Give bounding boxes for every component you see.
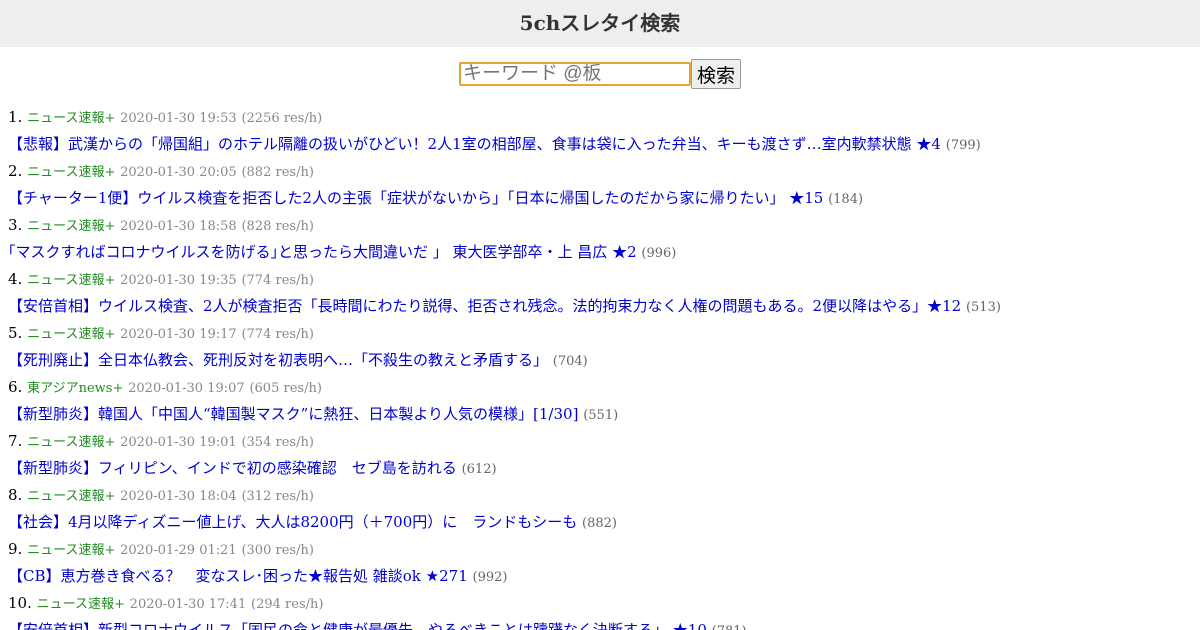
thread-meta: 1. ニュース速報+ 2020-01-30 19:53 (2256 res/h) [8,104,1200,131]
rank-number: 1. [8,108,23,126]
site-header: 5chスレタイ検索 [0,0,1200,47]
res-count: (996) [641,246,677,261]
thread-title-link[interactable]: 【新型肺炎】フィリピン、インドで初の感染確認 セブ島を訪れる [8,459,457,477]
res-count: (184) [828,192,864,207]
search-form: 検索 [0,59,1200,89]
thread-line: 【社会】4月以降ディズニー値上げ、大人は8200円（＋700円）に ランドもシー… [8,509,1200,536]
thread-item: 1. ニュース速報+ 2020-01-30 19:53 (2256 res/h)… [8,104,1200,158]
thread-date: 2020-01-30 19:07 [128,381,245,396]
rank-number: 4. [8,270,23,288]
thread-list: 1. ニュース速報+ 2020-01-30 19:53 (2256 res/h)… [0,104,1200,630]
thread-item: 8. ニュース速報+ 2020-01-30 18:04 (312 res/h) … [8,482,1200,536]
thread-item: 7. ニュース速報+ 2020-01-30 19:01 (354 res/h) … [8,428,1200,482]
board-link[interactable]: ニュース速報+ [27,543,115,558]
thread-line: ｢マスクすればコロナウイルスを防げる｣と思ったら大間違いだ 」 東大医学部卒・上… [8,239,1200,266]
res-rate: (774 res/h) [241,273,314,288]
res-rate: (294 res/h) [251,597,324,612]
thread-title-link[interactable]: 【社会】4月以降ディズニー値上げ、大人は8200円（＋700円）に ランドもシー… [8,513,577,531]
thread-title-link[interactable]: 【安倍首相】新型コロナウイルス「国民の命と健康が最優先、やるべきことは躊躇なく決… [8,621,707,630]
thread-line: 【チャーター1便】ウイルス検査を拒否した2人の主張「症状がないから」「日本に帰国… [8,185,1200,212]
thread-meta: 10. ニュース速報+ 2020-01-30 17:41 (294 res/h) [8,590,1200,617]
thread-title-link[interactable]: 【悲報】武漢からの「帰国組」のホテル隔離の扱いがひどい！2人1室の相部屋、食事は… [8,135,941,153]
rank-number: 2. [8,162,23,180]
res-rate: (354 res/h) [241,435,314,450]
thread-date: 2020-01-30 20:05 [120,165,237,180]
thread-meta: 2. ニュース速報+ 2020-01-30 20:05 (882 res/h) [8,158,1200,185]
thread-date: 2020-01-30 19:35 [120,273,237,288]
thread-item: 3. ニュース速報+ 2020-01-30 18:58 (828 res/h) … [8,212,1200,266]
thread-title-link[interactable]: 【死刑廃止】全日本仏教会、死刑反対を初表明へ…「不殺生の教えと矛盾する」 [8,351,548,369]
thread-meta: 6. 東アジアnews+ 2020-01-30 19:07 (605 res/h… [8,374,1200,401]
search-input[interactable] [458,62,691,86]
thread-item: 9. ニュース速報+ 2020-01-29 01:21 (300 res/h) … [8,536,1200,590]
res-count: (799) [945,138,981,153]
thread-line: 【悲報】武漢からの「帰国組」のホテル隔離の扱いがひどい！2人1室の相部屋、食事は… [8,131,1200,158]
thread-line: 【死刑廃止】全日本仏教会、死刑反対を初表明へ…「不殺生の教えと矛盾する」 (70… [8,347,1200,374]
res-rate: (882 res/h) [241,165,314,180]
thread-meta: 3. ニュース速報+ 2020-01-30 18:58 (828 res/h) [8,212,1200,239]
thread-line: 【安倍首相】ウイルス検査、2人が検査拒否「長時間にわたり説得、拒否され残念。法的… [8,293,1200,320]
board-link[interactable]: ニュース速報+ [27,435,115,450]
res-rate: (828 res/h) [241,219,314,234]
rank-number: 3. [8,216,23,234]
thread-date: 2020-01-30 19:17 [120,327,237,342]
thread-title-link[interactable]: 【安倍首相】ウイルス検査、2人が検査拒否「長時間にわたり説得、拒否され残念。法的… [8,297,961,315]
rank-number: 8. [8,486,23,504]
rank-number: 10. [8,594,32,612]
thread-meta: 8. ニュース速報+ 2020-01-30 18:04 (312 res/h) [8,482,1200,509]
thread-date: 2020-01-30 19:53 [120,111,237,126]
thread-title-link[interactable]: 【チャーター1便】ウイルス検査を拒否した2人の主張「症状がないから」「日本に帰国… [8,189,823,207]
res-rate: (774 res/h) [241,327,314,342]
rank-number: 6. [8,378,23,396]
board-link[interactable]: ニュース速報+ [27,219,115,234]
res-rate: (2256 res/h) [241,111,323,126]
thread-line: 【新型肺炎】フィリピン、インドで初の感染確認 セブ島を訪れる (612) [8,455,1200,482]
board-link[interactable]: 東アジアnews+ [27,381,123,396]
thread-date: 2020-01-30 17:41 [129,597,247,612]
thread-title-link[interactable]: ｢マスクすればコロナウイルスを防げる｣と思ったら大間違いだ 」 東大医学部卒・上… [8,243,637,261]
res-count: (704) [552,354,588,369]
rank-number: 5. [8,324,23,342]
res-rate: (312 res/h) [241,489,314,504]
res-count: (882) [582,516,618,531]
board-link[interactable]: ニュース速報+ [27,327,115,342]
res-count: (551) [583,408,619,423]
thread-item: 2. ニュース速報+ 2020-01-30 20:05 (882 res/h) … [8,158,1200,212]
thread-line: 【新型肺炎】韓国人「中国人“韓国製マスク”に熱狂、日本製より人気の模様」[1/3… [8,401,1200,428]
site-title[interactable]: 5chスレタイ検索 [520,11,681,35]
thread-meta: 4. ニュース速報+ 2020-01-30 19:35 (774 res/h) [8,266,1200,293]
board-link[interactable]: ニュース速報+ [37,597,125,612]
thread-title-link[interactable]: 【新型肺炎】韓国人「中国人“韓国製マスク”に熱狂、日本製より人気の模様」[1/3… [8,405,578,423]
res-rate: (605 res/h) [249,381,322,396]
board-link[interactable]: ニュース速報+ [27,165,115,180]
rank-number: 9. [8,540,23,558]
thread-line: 【安倍首相】新型コロナウイルス「国民の命と健康が最優先、やるべきことは躊躇なく決… [8,617,1200,630]
thread-item: 4. ニュース速報+ 2020-01-30 19:35 (774 res/h) … [8,266,1200,320]
thread-item: 10. ニュース速報+ 2020-01-30 17:41 (294 res/h)… [8,590,1200,630]
res-count: (513) [965,300,1001,315]
res-count: (781) [712,624,747,630]
board-link[interactable]: ニュース速報+ [27,111,115,126]
thread-meta: 7. ニュース速報+ 2020-01-30 19:01 (354 res/h) [8,428,1200,455]
thread-title-link[interactable]: 【CB】恵方巻き食べる？ 変なスレ･困った★報告処 雑談ok ★271 [8,567,468,585]
board-link[interactable]: ニュース速報+ [27,273,115,288]
rank-number: 7. [8,432,23,450]
thread-item: 6. 東アジアnews+ 2020-01-30 19:07 (605 res/h… [8,374,1200,428]
search-button[interactable]: 検索 [690,59,741,89]
thread-date: 2020-01-30 18:04 [120,489,237,504]
thread-meta: 9. ニュース速報+ 2020-01-29 01:21 (300 res/h) [8,536,1200,563]
board-link[interactable]: ニュース速報+ [27,489,115,504]
thread-meta: 5. ニュース速報+ 2020-01-30 19:17 (774 res/h) [8,320,1200,347]
thread-item: 5. ニュース速報+ 2020-01-30 19:17 (774 res/h) … [8,320,1200,374]
res-rate: (300 res/h) [241,543,314,558]
res-count: (992) [472,570,508,585]
thread-date: 2020-01-29 01:21 [120,543,237,558]
thread-date: 2020-01-30 18:58 [120,219,237,234]
thread-date: 2020-01-30 19:01 [120,435,237,450]
thread-line: 【CB】恵方巻き食べる？ 変なスレ･困った★報告処 雑談ok ★271 (992… [8,563,1200,590]
res-count: (612) [461,462,497,477]
